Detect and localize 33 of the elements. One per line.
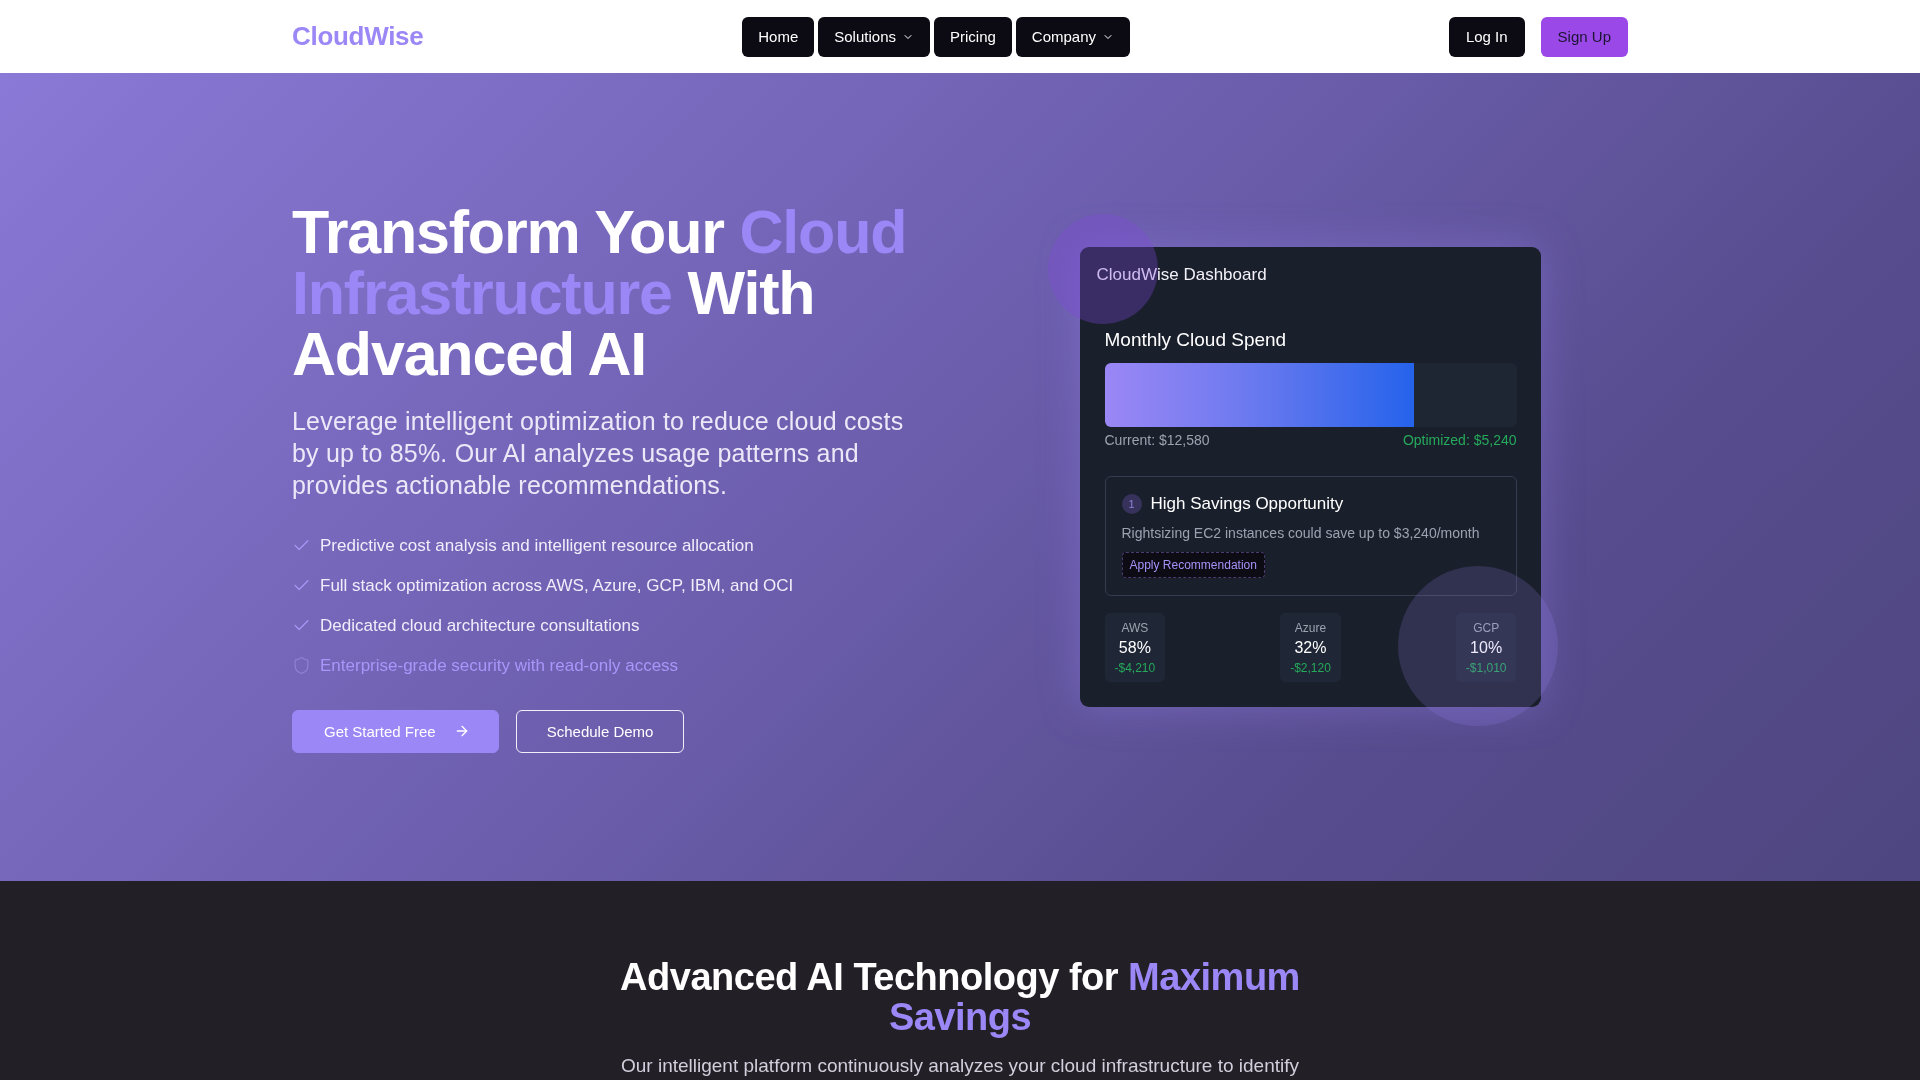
provider-savings: -$2,120 [1290,660,1331,676]
provider-name: GCP [1473,620,1500,636]
recommendation-title: High Savings Opportunity [1150,494,1344,514]
schedule-demo-button[interactable]: Schedule Demo [515,709,685,753]
dashboard-title: CloudWise Dashboard [1095,264,1268,286]
log-in-button[interactable]: Log In [1448,16,1525,57]
section-heading: Advanced AI Technology for Maximum Savings [619,957,1301,1037]
current-spend-label: Current: $12,580 [1104,431,1210,449]
apply-recommendation-button[interactable]: Apply Recommendation [1121,552,1265,578]
hero-headline: Transform Your Cloud Infrastructure With Advanced AI [292,201,908,385]
nav-link[interactable]: Home [742,16,815,57]
provider-savings: -$4,210 [1114,660,1156,676]
shield-icon [292,656,311,675]
provider-share: 10% [1470,638,1503,658]
feature-text: Full stack optimization across AWS, Azure, GCP, IBM, and OCI [320,575,794,596]
feature-text: Predictive cost analysis and intelligent resource allocation [320,535,754,556]
sign-up-button[interactable]: Sign Up [1540,16,1628,57]
feature-text: Enterprise-grade security with read-only access [320,655,679,676]
provider-savings: -$1,010 [1465,660,1507,676]
feature-text: Dedicated cloud architecture consultations [320,615,640,636]
section-description: Our intelligent platform continuously analyzes your cloud infrastructure to identify [621,1054,1299,1078]
recommendation-number: 1 [1121,494,1142,514]
nav-link[interactable]: Pricing [934,16,1012,57]
optimized-spend-label: Optimized: $5,240 [1402,431,1517,449]
nav-link[interactable]: Company [1015,16,1131,57]
hero-description: Leverage intelligent optimization to reduce cloud costs by up to 85%. Our AI analyzes usage patterns and provides actionable recommendations. [292,405,905,501]
provider-share: 58% [1118,638,1151,658]
spend-title: Monthly Cloud Spend [1104,328,1288,352]
provider-name: AWS [1121,620,1149,636]
provider-share: 32% [1294,638,1327,658]
recommendation-text: Rightsizing EC2 instances could save up to $3,240/month [1121,524,1481,542]
nav-link[interactable]: Solutions [818,16,930,57]
provider-name: Azure [1294,620,1327,636]
